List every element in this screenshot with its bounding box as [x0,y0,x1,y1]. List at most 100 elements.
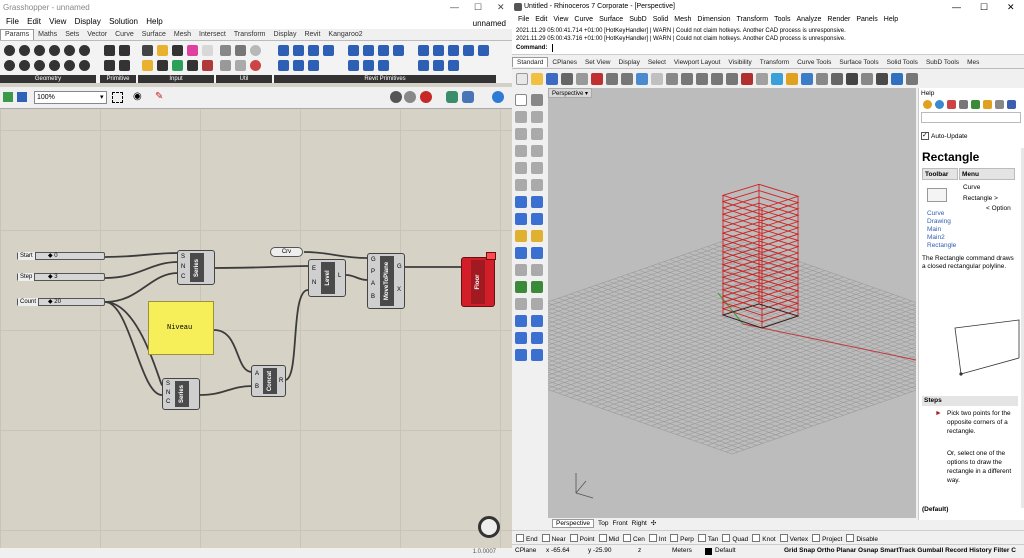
rh-menu-analyze[interactable]: Analyze [796,16,821,23]
wireframe-view-icon[interactable] [831,73,843,85]
status-cplane[interactable]: CPlane [515,547,536,554]
close-icon[interactable]: ✕ [497,2,505,13]
mesh-param-icon[interactable] [79,45,90,56]
tab-revit[interactable]: Revit [300,30,324,41]
level-output-l[interactable]: L [338,273,341,279]
zoom-extents-icon[interactable] [711,73,723,85]
graph-input-icon[interactable] [202,45,213,56]
revit-window-icon[interactable] [418,60,429,71]
rotate-icon[interactable] [515,332,527,344]
undo-icon[interactable] [636,73,648,85]
freeform-icon[interactable] [531,162,543,174]
gh-menu-solution[interactable]: Solution [109,17,138,26]
revit-door-icon[interactable] [378,60,389,71]
box-param-icon[interactable] [49,60,60,71]
vp-tab-right[interactable]: Right [632,520,647,527]
fillet-curve-icon[interactable] [531,179,543,191]
count-slider[interactable]: Count ◆ 20 [17,298,105,306]
rh-menu-transform[interactable]: Transform [737,16,769,23]
plane-param-icon[interactable] [34,60,45,71]
number-param-icon[interactable] [104,60,115,71]
point-param-icon[interactable] [34,45,45,56]
help-link-main[interactable]: Main [927,226,941,233]
vp-tab-add[interactable]: ✣ [651,519,656,527]
text-icon[interactable] [531,264,543,276]
concat-input-a[interactable]: A [255,371,259,377]
boolean-param-icon[interactable] [104,45,115,56]
layers-panel-icon[interactable] [935,100,944,109]
paste-icon[interactable] [621,73,633,85]
close-icon[interactable]: ✕ [1007,2,1015,13]
boolean-union-icon[interactable] [515,230,527,242]
timer-util-icon[interactable] [235,60,246,71]
data-dam-util-icon[interactable] [250,45,261,56]
osnap-project[interactable]: Project [812,534,842,543]
vp-tab-perspective[interactable]: Perspective [552,519,594,528]
auto-update-checkbox[interactable]: ✓ [921,132,929,140]
step-slider[interactable]: Step ◆ 3 [17,273,105,281]
rh-menu-help[interactable]: Help [884,16,898,23]
revit-sheet-icon[interactable] [448,45,459,56]
properties-panel-icon[interactable] [923,100,932,109]
gh-menu-view[interactable]: View [49,17,66,26]
lights-panel-icon[interactable] [983,100,992,109]
revit-space-icon[interactable] [308,60,319,71]
revit-stair-icon[interactable] [433,60,444,71]
point-icon[interactable] [531,94,543,106]
revit-category-icon[interactable] [293,45,304,56]
revit-wall-icon[interactable] [348,45,359,56]
vp-tab-front[interactable]: Front [612,520,627,527]
tab-surface[interactable]: Surface [138,30,170,41]
rh-menu-view[interactable]: View [553,16,568,23]
help-link-curve[interactable]: Curve [927,210,944,217]
tab-transform[interactable]: Transform [230,30,270,41]
revit-parameter-icon[interactable] [478,45,489,56]
layer-icon[interactable] [786,73,798,85]
shaded-mode-icon[interactable] [420,91,432,103]
sketch-input-icon[interactable] [142,60,153,71]
revit-grid-icon[interactable] [418,45,429,56]
revit-room-icon[interactable] [278,60,289,71]
rh-tab-viewport-layout[interactable]: Viewport Layout [670,58,725,67]
mesh-quality-icon[interactable] [446,91,458,103]
gh-menu-display[interactable]: Display [75,17,101,26]
rh-tab-cplanes[interactable]: CPlanes [548,58,581,67]
osnap-cen[interactable]: Cen [623,534,645,543]
move-output-g[interactable]: G [397,264,402,270]
move-icon[interactable] [515,315,527,327]
rh-tab-subd-tools[interactable]: SubD Tools [922,58,963,67]
boolean-difference-icon[interactable] [531,230,543,242]
cut-icon[interactable] [591,73,603,85]
value-list-input-icon[interactable] [202,60,213,71]
object-properties-icon[interactable] [801,73,813,85]
toggle-input-icon[interactable] [172,45,183,56]
start-slider[interactable]: Start ◆ 0 [17,252,105,260]
rh-menu-subd[interactable]: SubD [629,16,647,23]
move-input-g[interactable]: G [371,257,376,263]
dimension-icon[interactable] [515,264,527,276]
libraries-panel-icon[interactable] [971,100,980,109]
rh-menu-tools[interactable]: Tools [774,16,790,23]
surface-param-icon[interactable] [49,45,60,56]
series2-input-s[interactable]: S [166,381,170,387]
rh-tab-select[interactable]: Select [644,58,670,67]
fitness-util-icon[interactable] [250,60,261,71]
move-input-p[interactable]: P [371,269,375,275]
floor-component[interactable]: Floor [461,252,496,307]
chevron-down-icon[interactable]: ▾ [100,93,104,101]
copy-icon[interactable] [606,73,618,85]
osnap-vertex[interactable]: Vertex [780,534,808,543]
revit-view-icon[interactable] [433,45,444,56]
trim-icon[interactable] [515,281,527,293]
series2-component[interactable]: S N C Series [162,378,200,410]
extrude-icon[interactable] [531,196,543,208]
zoom-icon[interactable] [681,73,693,85]
revit-beam-icon[interactable] [363,60,374,71]
tab-curve[interactable]: Curve [111,30,138,41]
rh-menu-surface[interactable]: Surface [599,16,623,23]
concat-component[interactable]: A B R Concat [251,365,286,397]
revit-roof-icon[interactable] [378,45,389,56]
series-input-c[interactable]: C [181,274,185,280]
tab-maths[interactable]: Maths [34,30,61,41]
cluster-util-icon[interactable] [235,45,246,56]
